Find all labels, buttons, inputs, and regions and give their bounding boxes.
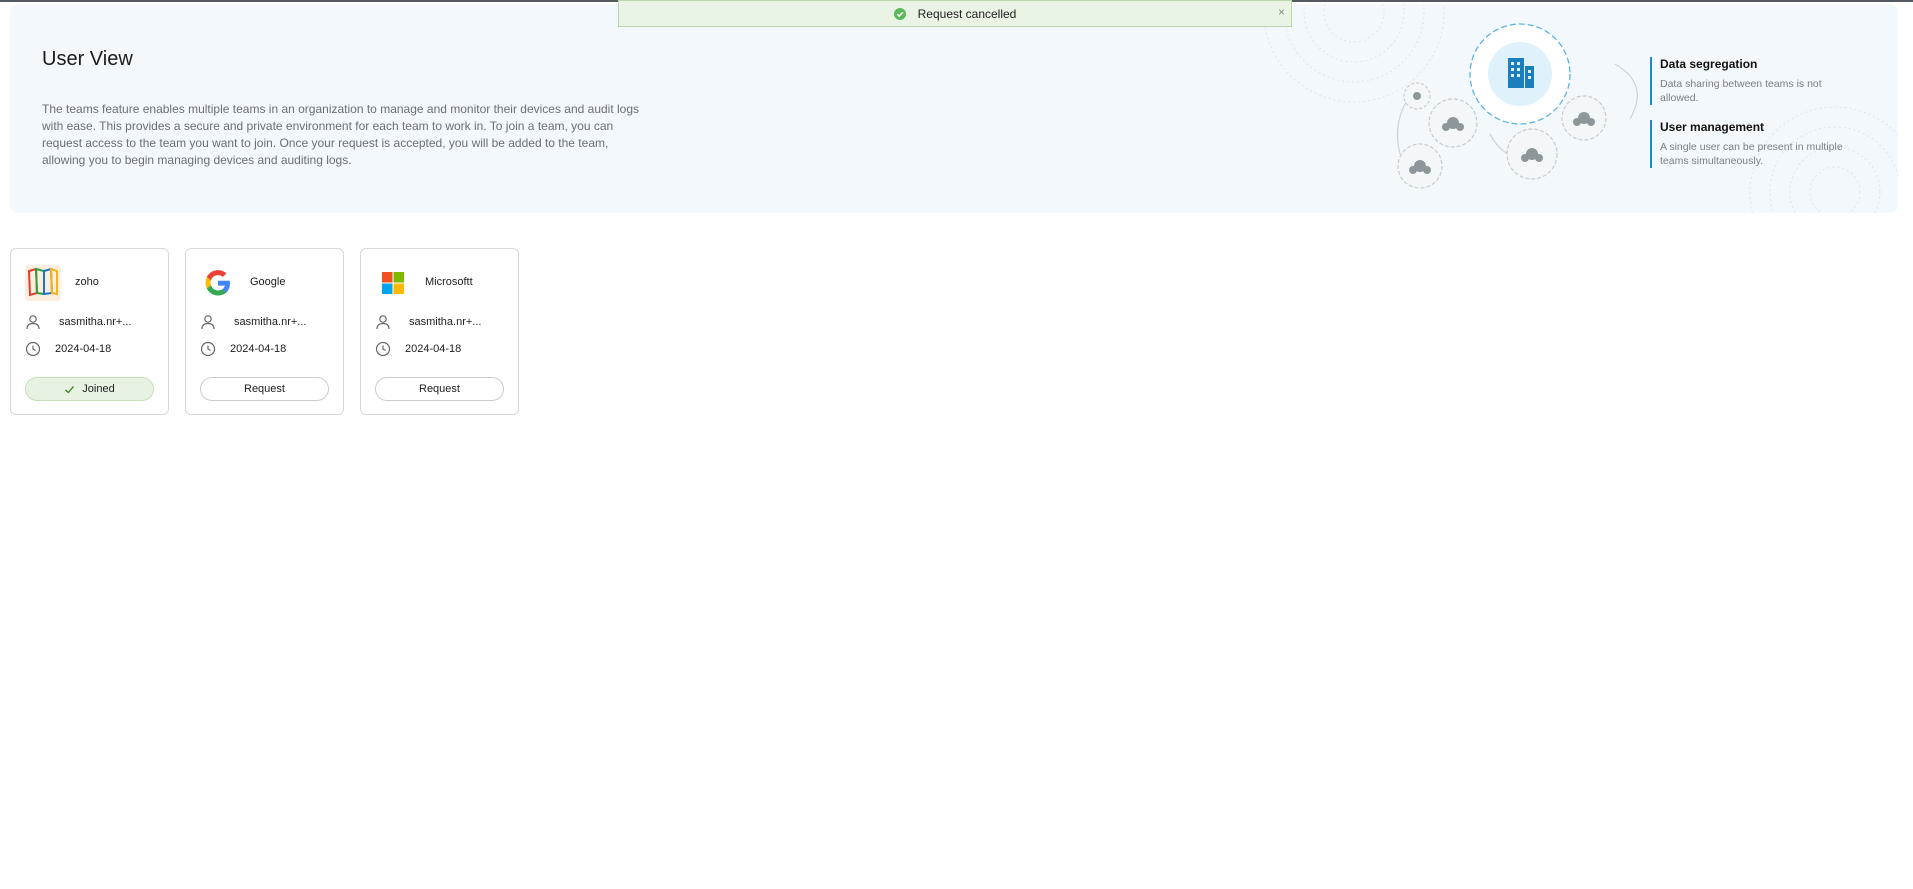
feature-data-segregation: Data segregation Data sharing between te… [1650, 57, 1860, 105]
teams-info-banner: User View The teams feature enables mult… [10, 4, 1898, 213]
request-button[interactable]: Request [200, 377, 329, 401]
clock-icon [375, 341, 391, 357]
team-date-row: 2024-04-18 [25, 341, 111, 357]
team-date: 2024-04-18 [230, 343, 287, 355]
joined-button[interactable]: Joined [25, 377, 154, 401]
close-icon[interactable]: × [1278, 5, 1285, 19]
team-card-google: Google sasmitha.nr+... 2024-04-18 Reques… [185, 248, 344, 415]
page-title: User View [42, 48, 133, 70]
toast-notification: Request cancelled × [618, 0, 1292, 27]
teams-gears-illustration [1263, 4, 1898, 213]
clock-icon [200, 341, 216, 357]
request-button[interactable]: Request [375, 377, 504, 401]
clock-icon [25, 341, 41, 357]
zoho-logo-icon [25, 265, 61, 301]
team-date-row: 2024-04-18 [200, 341, 286, 357]
feature-description: Data sharing between teams is not allowe… [1660, 78, 1822, 104]
banner-description: The teams feature enables multiple teams… [42, 102, 640, 167]
microsoft-logo-icon [382, 272, 404, 294]
team-owner-row: sasmitha.nr+... [25, 314, 131, 330]
team-owner: sasmitha.nr+... [234, 316, 307, 328]
google-logo-icon [205, 270, 230, 296]
action-label: Joined [82, 383, 115, 395]
action-label: Request [244, 383, 285, 395]
check-icon [65, 385, 75, 394]
feature-title: User management [1660, 120, 1765, 134]
feature-user-management: User management A single user can be pre… [1650, 120, 1860, 168]
team-owner: sasmitha.nr+... [59, 316, 132, 328]
toast-message: Request cancelled [917, 6, 1017, 21]
feature-title: Data segregation [1660, 57, 1758, 71]
team-date: 2024-04-18 [405, 343, 462, 355]
team-name: Google [250, 276, 286, 288]
user-icon [376, 315, 390, 330]
user-icon [201, 315, 215, 330]
action-label: Request [419, 383, 460, 395]
team-name: Microsoftt [425, 276, 473, 288]
team-date: 2024-04-18 [55, 343, 112, 355]
team-name: zoho [75, 276, 99, 288]
team-card-zoho: zoho sasmitha.nr+... 2024-04-18 Joined [10, 248, 169, 415]
feature-description: A single user can be present in multiple… [1660, 141, 1843, 167]
success-check-icon [893, 7, 906, 20]
team-date-row: 2024-04-18 [375, 341, 461, 357]
team-card-microsoftt: Microsoftt sasmitha.nr+... 2024-04-18 Re… [360, 248, 519, 415]
team-owner-row: sasmitha.nr+... [200, 314, 306, 330]
team-owner-row: sasmitha.nr+... [375, 314, 481, 330]
team-owner: sasmitha.nr+... [409, 316, 482, 328]
user-icon [26, 315, 40, 330]
